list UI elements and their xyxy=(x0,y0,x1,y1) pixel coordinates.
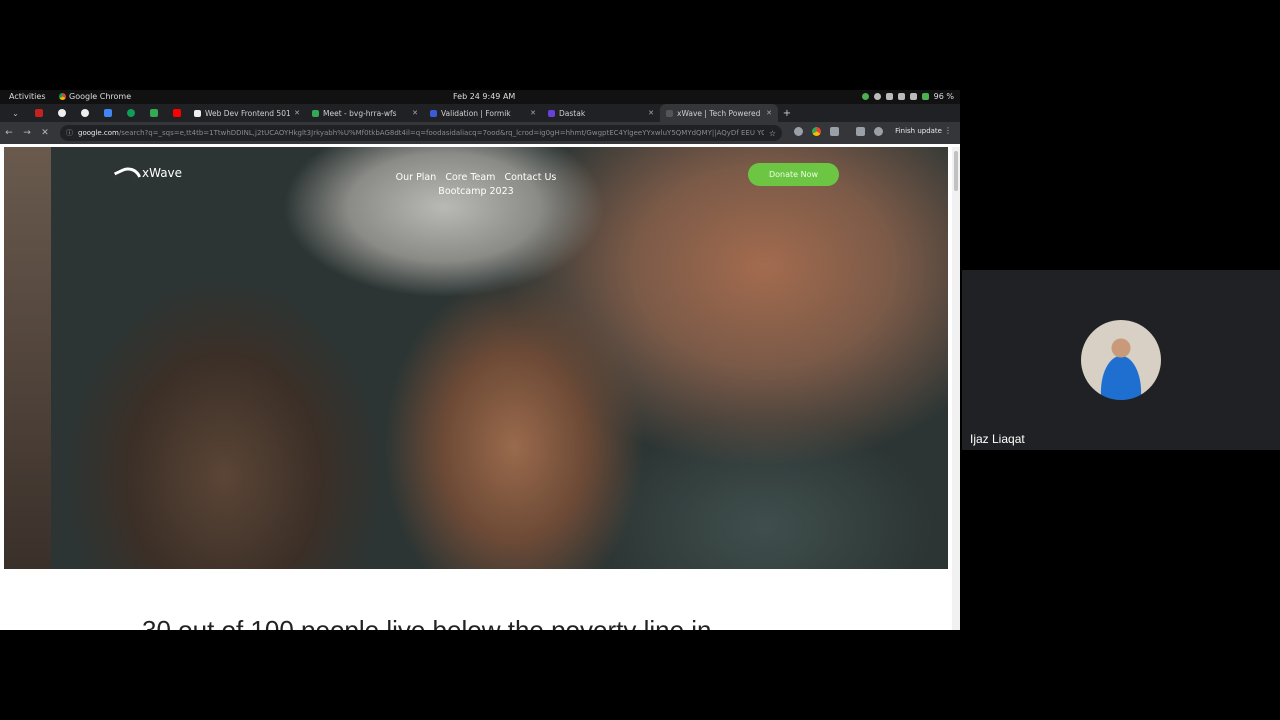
tab-favicon xyxy=(548,109,555,117)
more-menu-icon[interactable]: ⋮ xyxy=(944,126,952,135)
side-panel-icon[interactable] xyxy=(856,127,865,136)
tab-web-dev[interactable]: Web Dev Frontend 501 ✕ xyxy=(188,104,306,122)
pinned-tab-docs[interactable] xyxy=(96,104,119,122)
system-top-bar: Activities Google Chrome Feb 24 9:49 AM … xyxy=(0,90,960,104)
tab-favicon xyxy=(666,109,673,117)
tab-title: Dastak xyxy=(559,108,586,118)
participant-tile[interactable]: Ijaz Liaqat xyxy=(962,270,1280,450)
back-button[interactable]: ← xyxy=(0,128,18,138)
close-icon[interactable]: ✕ xyxy=(648,109,654,117)
github-icon xyxy=(80,109,89,117)
tab-favicon xyxy=(194,109,201,117)
wave-logo-icon xyxy=(114,163,140,183)
donate-button[interactable]: Donate Now xyxy=(748,163,839,186)
hero-image xyxy=(4,147,948,569)
url-text: google.com/search?q=_sqs=e,tt4tb=1TtwhDD… xyxy=(78,129,764,137)
close-icon[interactable]: ✕ xyxy=(766,109,772,117)
participant-avatar xyxy=(1081,320,1161,400)
tab-favicon xyxy=(430,109,437,117)
wifi-icon xyxy=(873,93,881,100)
gmail-icon xyxy=(34,109,43,117)
bluetooth-icon xyxy=(885,93,893,100)
url-path: /search?q=_sqs=e,tt4tb=1TtwhDDINL,j2tUCA… xyxy=(118,129,764,137)
tab-title: Web Dev Frontend 501 xyxy=(205,108,291,118)
browser-toolbar: ← → ✕ ⓘ google.com/search?q=_sqs=e,tt4tb… xyxy=(0,122,960,144)
bookmark-star-icon[interactable]: ☆ xyxy=(769,129,776,138)
site-info-icon[interactable]: ⓘ xyxy=(66,128,73,138)
puzzle-icon[interactable] xyxy=(830,127,839,136)
page-scrollbar[interactable] xyxy=(952,147,960,630)
app-name: Google Chrome xyxy=(69,92,132,101)
finish-update-button[interactable]: Finish update xyxy=(895,127,942,135)
close-icon[interactable]: ✕ xyxy=(412,109,418,117)
tab-meet[interactable]: Meet - bvg-hrra-wfs ✕ xyxy=(306,104,424,122)
nav-contact-us[interactable]: Contact Us xyxy=(504,172,556,183)
extensions-area xyxy=(794,127,883,136)
profile-icon[interactable] xyxy=(874,127,883,136)
shared-screen: Activities Google Chrome Feb 24 9:49 AM … xyxy=(0,90,960,630)
site-logo[interactable]: xWave xyxy=(114,163,182,183)
close-icon[interactable]: ✕ xyxy=(294,109,300,117)
url-host: google.com xyxy=(78,129,119,137)
docs-icon xyxy=(103,109,112,117)
github-icon xyxy=(57,109,66,117)
pinned-tab-github-2[interactable] xyxy=(73,104,96,122)
chrome-icon xyxy=(59,93,66,100)
youtube-icon xyxy=(172,109,181,117)
extension-icon[interactable] xyxy=(812,127,821,136)
address-bar[interactable]: ⓘ google.com/search?q=_sqs=e,tt4tb=1Ttwh… xyxy=(60,125,782,141)
clock[interactable]: Feb 24 9:49 AM xyxy=(453,92,515,101)
nav-our-plan[interactable]: Our Plan xyxy=(396,172,437,183)
pinned-tab-gmail[interactable] xyxy=(27,104,50,122)
tab-xwave[interactable]: xWave | Tech Powered ✕ xyxy=(660,104,778,122)
app-menu[interactable]: Google Chrome xyxy=(59,92,131,101)
tab-title: Validation | Formik xyxy=(441,108,511,118)
tab-title: Meet - bvg-hrra-wfs xyxy=(323,108,397,118)
tab-search-button[interactable]: ⌄ xyxy=(4,104,27,122)
pinned-tab-github[interactable] xyxy=(50,104,73,122)
pinned-tab-chrome[interactable] xyxy=(119,104,142,122)
tab-formik[interactable]: Validation | Formik ✕ xyxy=(424,104,542,122)
chrome-icon xyxy=(126,109,135,117)
pinned-tab-sheets[interactable] xyxy=(142,104,165,122)
hero-left-edge xyxy=(4,147,51,569)
tab-strip: ⌄ Web Dev Frontend 501 ✕ Meet - bvg-hrra… xyxy=(0,104,960,122)
microphone-icon xyxy=(909,93,917,100)
brand-name: xWave xyxy=(142,166,183,180)
participant-name: Ijaz Liaqat xyxy=(970,432,1025,446)
system-tray[interactable]: 96 % xyxy=(861,92,954,101)
update-icon xyxy=(861,93,869,100)
tab-dastak[interactable]: Dastak ✕ xyxy=(542,104,660,122)
volume-icon xyxy=(897,93,905,100)
screen: Activities Google Chrome Feb 24 9:49 AM … xyxy=(0,0,1280,720)
nav-core-team[interactable]: Core Team xyxy=(445,172,495,183)
forward-button[interactable]: → xyxy=(18,128,36,138)
page-headline: 30 out of 100 people live below the pove… xyxy=(142,615,712,630)
battery-level: 96 % xyxy=(933,92,954,101)
close-icon[interactable]: ✕ xyxy=(530,109,536,117)
pinned-tabs: ⌄ xyxy=(0,104,188,122)
sheets-icon xyxy=(149,109,158,117)
extension-icon[interactable] xyxy=(794,127,803,136)
activities-button[interactable]: Activities xyxy=(9,92,46,101)
page-viewport: xWave Our Plan Core Team Contact Us Boot… xyxy=(0,147,952,630)
new-tab-button[interactable]: + xyxy=(778,108,796,119)
tab-favicon xyxy=(312,109,319,117)
pinned-tab-youtube[interactable] xyxy=(165,104,188,122)
battery-icon xyxy=(921,93,929,100)
site-nav: Our Plan Core Team Contact Us Bootcamp 2… xyxy=(386,171,566,199)
nav-bootcamp[interactable]: Bootcamp 2023 xyxy=(438,186,513,197)
scrollbar-thumb[interactable] xyxy=(954,151,958,191)
stop-button[interactable]: ✕ xyxy=(36,128,54,138)
tab-title: xWave | Tech Powered xyxy=(677,108,761,118)
